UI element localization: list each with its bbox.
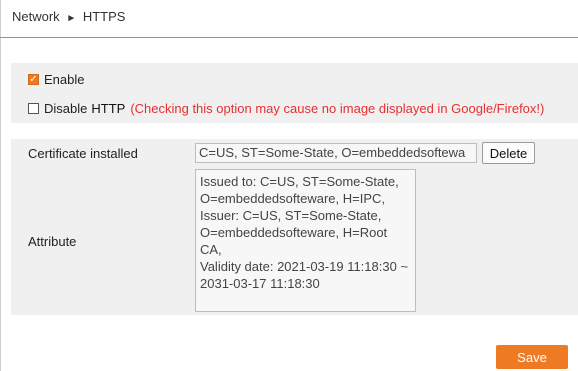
attribute-line: O=embeddedsofteware, H=IPC, [200, 191, 385, 206]
header-divider [0, 37, 578, 38]
attribute-line: Issued to: C=US, ST=Some-State, [200, 174, 399, 189]
enable-label[interactable]: Enable [44, 72, 84, 87]
breadcrumb-separator-icon: ► [66, 13, 77, 24]
attribute-line: Issuer: C=US, ST=Some-State, [200, 208, 382, 223]
enable-checkbox[interactable]: ✓ [28, 74, 39, 85]
save-button[interactable]: Save [496, 345, 568, 369]
disable-http-warning: (Checking this option may cause no image… [130, 101, 545, 116]
disable-label[interactable]: Disable [44, 101, 87, 116]
delete-certificate-button[interactable]: Delete [482, 142, 535, 164]
disable-http-row[interactable]: Disable HTTP (Checking this option may c… [28, 101, 544, 116]
attribute-textarea[interactable]: Issued to: C=US, ST=Some-State, O=embedd… [195, 169, 416, 312]
breadcrumb-section: Network [12, 9, 60, 24]
certificate-installed-field[interactable]: C=US, ST=Some-State, O=embeddedsoftewa [195, 143, 477, 163]
attribute-line: Validity date: 2021-03-19 11:18:30 ~ [200, 259, 409, 274]
attribute-label: Attribute [28, 234, 77, 249]
certificate-installed-label: Certificate installed [28, 146, 138, 161]
attribute-line: 2031-03-17 11:18:30 [200, 276, 320, 291]
enable-row[interactable]: ✓ Enable [28, 72, 84, 87]
breadcrumb: Network ► HTTPS [12, 9, 125, 24]
disable-http-checkbox[interactable] [28, 103, 39, 114]
http-label: HTTP [91, 101, 126, 116]
breadcrumb-page: HTTPS [82, 9, 126, 24]
attribute-line: O=embeddedsofteware, H=Root CA, [200, 225, 388, 257]
